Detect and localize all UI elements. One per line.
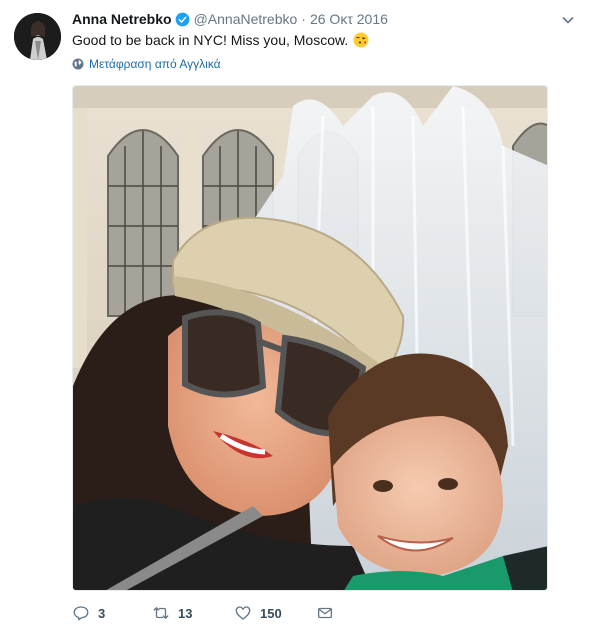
timestamp[interactable]: 26 Οκτ 2016 xyxy=(310,11,388,27)
tweet-text: Good to be back in NYC! Miss you, Moscow… xyxy=(72,32,349,48)
translate-link[interactable]: Μετάφραση από Αγγλικά xyxy=(72,57,221,71)
translate-label[interactable]: Μετάφραση από Αγγλικά xyxy=(89,57,221,71)
like-count: 150 xyxy=(260,605,282,621)
tweet-text-row: Good to be back in NYC! Miss you, Moscow… xyxy=(72,31,369,49)
globe-icon xyxy=(72,58,84,70)
retweet-icon xyxy=(153,607,169,619)
reply-icon xyxy=(73,606,89,621)
author-handle[interactable]: @AnnaNetrebko xyxy=(194,11,298,27)
retweet-count: 13 xyxy=(178,605,193,621)
tweet-actions: 3 13 150 xyxy=(72,603,334,623)
tweet-photo[interactable] xyxy=(72,85,548,591)
avatar[interactable] xyxy=(14,13,61,60)
heart-icon xyxy=(235,606,251,620)
tweet-card: Anna Netrebko @AnnaNetrebko · 26 Οκτ 201… xyxy=(0,0,589,631)
separator: · xyxy=(301,11,306,27)
verified-badge-icon xyxy=(175,12,190,27)
direct-message-button[interactable] xyxy=(316,604,334,622)
tweet-header: Anna Netrebko @AnnaNetrebko · 26 Οκτ 201… xyxy=(72,10,388,28)
author-name[interactable]: Anna Netrebko xyxy=(72,11,172,27)
reply-button[interactable]: 3 xyxy=(72,604,152,622)
reply-count: 3 xyxy=(98,605,106,621)
face-blowing-kiss-emoji xyxy=(353,32,369,48)
chevron-down-icon[interactable] xyxy=(561,13,575,27)
retweet-button[interactable]: 13 xyxy=(152,604,234,622)
like-button[interactable]: 150 xyxy=(234,604,316,622)
envelope-icon xyxy=(317,607,333,619)
